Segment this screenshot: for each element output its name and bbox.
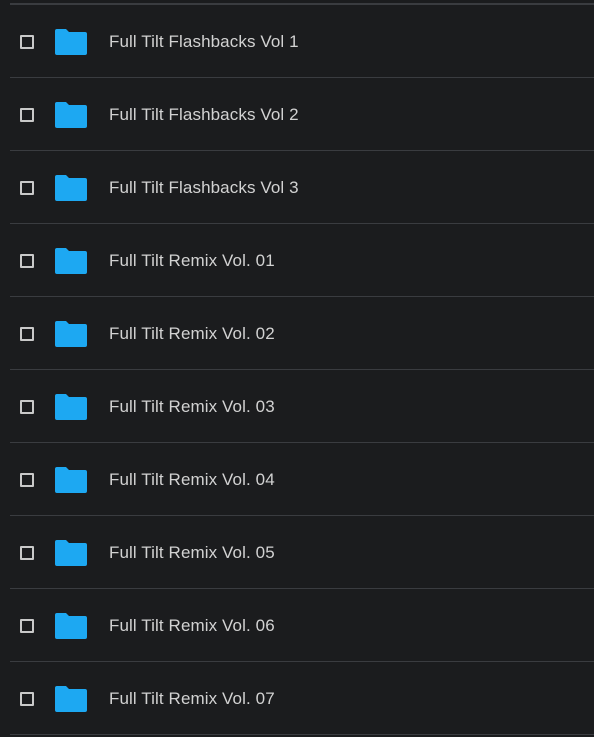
list-item[interactable]: Full Tilt Remix Vol. 03 — [0, 370, 594, 443]
list-item[interactable]: Full Tilt Remix Vol. 04 — [0, 443, 594, 516]
folder-name[interactable]: Full Tilt Remix Vol. 04 — [109, 470, 275, 490]
list-item[interactable]: Full Tilt Remix Vol. 06 — [0, 589, 594, 662]
folder-icon — [55, 685, 87, 712]
row-checkbox[interactable] — [20, 34, 34, 49]
folder-icon — [55, 28, 87, 55]
row-checkbox[interactable] — [20, 618, 34, 633]
folder-icon — [55, 612, 87, 639]
list-item[interactable]: Full Tilt Remix Vol. 05 — [0, 516, 594, 589]
row-checkbox[interactable] — [20, 107, 34, 122]
row-checkbox[interactable] — [20, 472, 34, 487]
list-item[interactable]: Full Tilt Remix Vol. 07 — [0, 662, 594, 735]
folder-name[interactable]: Full Tilt Remix Vol. 02 — [109, 324, 275, 344]
folder-icon — [55, 320, 87, 347]
folder-name[interactable]: Full Tilt Remix Vol. 01 — [109, 251, 275, 271]
list-item[interactable]: Full Tilt Remix Vol. 02 — [0, 297, 594, 370]
folder-name[interactable]: Full Tilt Remix Vol. 06 — [109, 616, 275, 636]
folder-name[interactable]: Full Tilt Flashbacks Vol 1 — [109, 32, 299, 52]
list-item[interactable]: Full Tilt Flashbacks Vol 2 — [0, 78, 594, 151]
folder-name[interactable]: Full Tilt Flashbacks Vol 3 — [109, 178, 299, 198]
folder-icon — [55, 174, 87, 201]
row-checkbox[interactable] — [20, 326, 34, 341]
row-checkbox[interactable] — [20, 180, 34, 195]
row-checkbox[interactable] — [20, 399, 34, 414]
list-item[interactable]: Full Tilt Flashbacks Vol 3 — [0, 151, 594, 224]
folder-icon — [55, 247, 87, 274]
folder-icon — [55, 101, 87, 128]
folder-name[interactable]: Full Tilt Flashbacks Vol 2 — [109, 105, 299, 125]
list-item[interactable]: Full Tilt Remix Vol. 01 — [0, 224, 594, 297]
folder-icon — [55, 466, 87, 493]
file-list: Full Tilt Flashbacks Vol 1 Full Tilt Fla… — [0, 0, 594, 737]
row-checkbox[interactable] — [20, 253, 34, 268]
folder-name[interactable]: Full Tilt Remix Vol. 05 — [109, 543, 275, 563]
folder-name[interactable]: Full Tilt Remix Vol. 03 — [109, 397, 275, 417]
list-item[interactable]: Full Tilt Flashbacks Vol 1 — [0, 5, 594, 78]
row-checkbox[interactable] — [20, 545, 34, 560]
folder-icon — [55, 539, 87, 566]
folder-icon — [55, 393, 87, 420]
row-checkbox[interactable] — [20, 691, 34, 706]
folder-name[interactable]: Full Tilt Remix Vol. 07 — [109, 689, 275, 709]
row-divider — [10, 734, 594, 735]
